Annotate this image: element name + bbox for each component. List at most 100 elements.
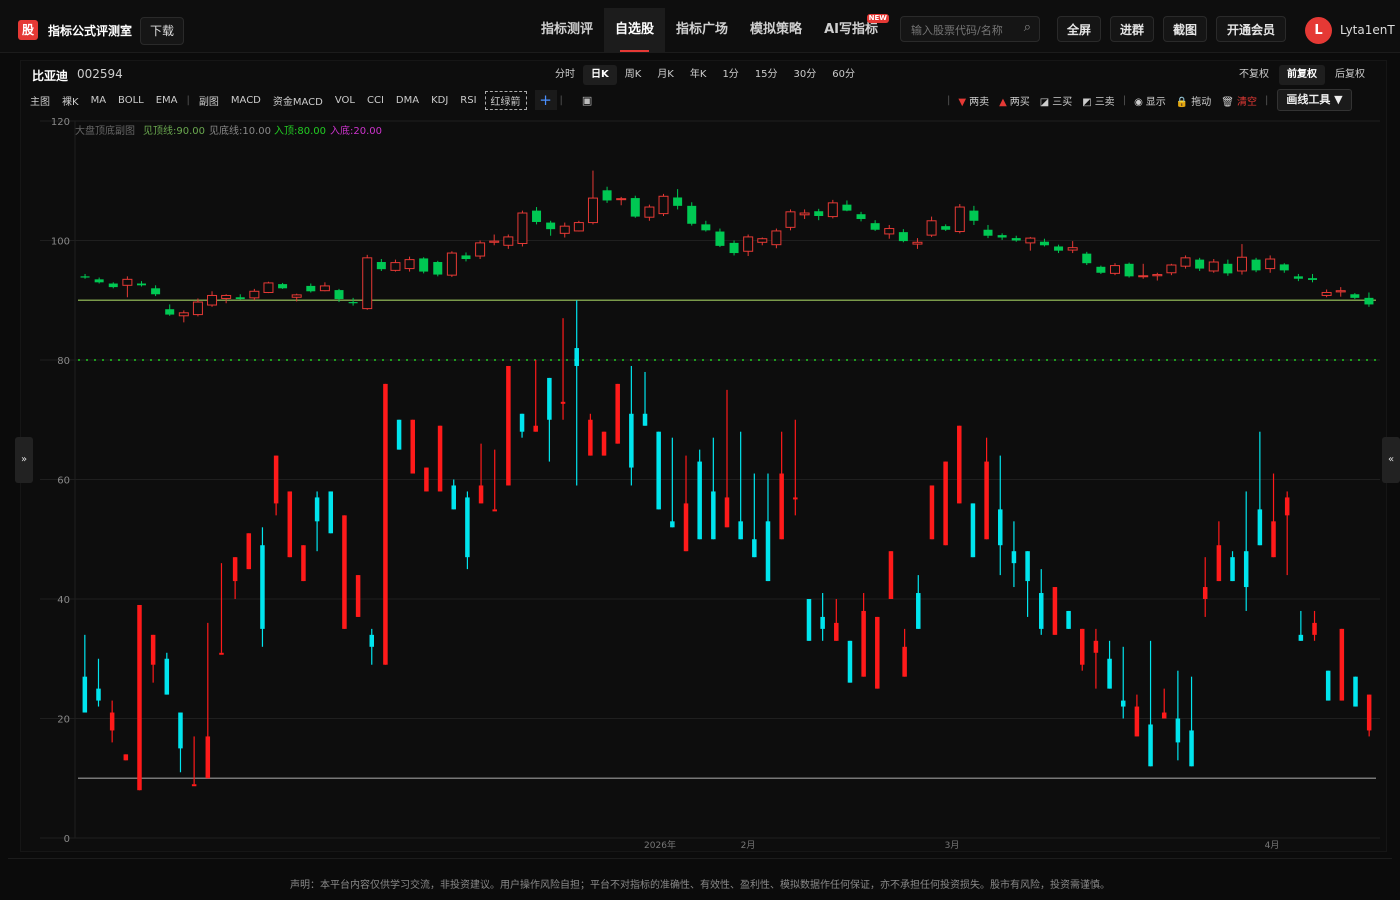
- price-candle: [207, 294, 218, 306]
- price-candle: [1152, 274, 1163, 277]
- indicator-bar: [465, 497, 470, 558]
- indicator-bar: [1271, 521, 1276, 558]
- price-candle: [969, 210, 979, 221]
- indicator-bar: [1353, 676, 1358, 707]
- price-candle: [954, 206, 965, 233]
- indicator-bar: [1243, 551, 1249, 588]
- indicator-bar: [683, 503, 689, 552]
- price-candle: [983, 229, 993, 236]
- indicator-bar: [232, 557, 238, 582]
- price-candle: [1039, 241, 1049, 246]
- price-candle: [433, 262, 443, 275]
- indicator-bar: [1189, 730, 1194, 767]
- price-candle: [1067, 247, 1078, 251]
- indicator-bar: [150, 634, 156, 665]
- price-candle: [334, 290, 344, 300]
- price-candle: [1025, 237, 1036, 244]
- indicator-bar: [1284, 497, 1290, 516]
- price-candle: [489, 240, 500, 243]
- indicator-bar: [1120, 700, 1126, 707]
- x-tick-label: 2月: [741, 840, 756, 851]
- indicator-bar: [273, 455, 279, 504]
- price-candle: [1109, 265, 1120, 274]
- legend-item: 入顶:80.00: [274, 125, 326, 137]
- price-candle: [1321, 291, 1332, 296]
- indicator-bar: [629, 413, 634, 468]
- kline-chart[interactable]: 020406080100120大盘顶底副图 见顶线:90.00 见底线:10.00 入…: [0, 0, 1400, 900]
- price-candle: [306, 285, 316, 292]
- x-tick-label: 4月: [1265, 840, 1280, 851]
- indicator-bar: [1079, 628, 1085, 665]
- price-candle: [249, 290, 260, 299]
- price-candle: [997, 235, 1007, 238]
- x-tick-label: 2026年: [644, 839, 676, 851]
- y-tick-label: 120: [51, 117, 70, 128]
- indicator-bar: [396, 419, 402, 450]
- x-tick-label: 3月: [945, 840, 960, 851]
- indicator-bar: [1312, 622, 1317, 635]
- price-candle: [1166, 264, 1177, 274]
- indicator-bar: [1148, 724, 1153, 767]
- indicator-bar: [1230, 557, 1235, 582]
- expand-left-button[interactable]: »: [15, 437, 33, 483]
- price-candle: [1138, 275, 1149, 278]
- indicator-bar: [998, 509, 1003, 546]
- indicator-bar: [383, 383, 388, 665]
- price-candle: [1279, 264, 1289, 271]
- indicator-bar: [806, 599, 812, 641]
- price-candle: [658, 195, 669, 215]
- price-candle: [517, 212, 528, 244]
- disclaimer-text: 声明：本平台内容仅供学习交流，非投资建议。用户操作风险自担；平台不对指标的准确性…: [290, 880, 1110, 891]
- price-candle: [235, 297, 245, 300]
- indicator-bar: [916, 593, 921, 629]
- price-candle: [842, 204, 852, 211]
- price-candle: [376, 262, 386, 270]
- price-candle: [729, 242, 739, 254]
- price-candle: [912, 241, 923, 245]
- indicator-bar: [902, 646, 907, 677]
- indicator-bar: [560, 401, 566, 404]
- price-candle: [771, 230, 782, 246]
- price-candle: [1054, 246, 1064, 251]
- price-candle: [687, 205, 697, 224]
- price-candle: [221, 294, 232, 299]
- price-candle: [715, 231, 725, 246]
- price-candle: [178, 312, 189, 317]
- legend-item: 入底:20.00: [330, 124, 382, 137]
- y-tick-label: 80: [57, 356, 70, 367]
- price-candle: [884, 228, 895, 235]
- indicator-bar: [929, 485, 935, 540]
- indicator-bar: [547, 377, 552, 420]
- price-candle: [532, 210, 542, 222]
- price-candle: [1082, 253, 1092, 264]
- y-tick-label: 40: [57, 595, 70, 606]
- price-candle: [419, 258, 429, 272]
- price-candle: [799, 212, 810, 216]
- indicator-bar: [246, 533, 252, 570]
- price-candle: [461, 255, 471, 260]
- indicator-bar: [492, 509, 497, 512]
- price-candle: [1350, 294, 1360, 298]
- indicator-bar: [738, 521, 743, 540]
- indicator-bar: [478, 485, 484, 504]
- expand-right-button[interactable]: «: [1382, 437, 1400, 483]
- indicator-bar: [970, 503, 976, 558]
- indicator-bar: [451, 485, 456, 510]
- indicator-bar: [1093, 640, 1099, 653]
- price-candle: [446, 252, 457, 276]
- y-tick-label: 0: [64, 834, 70, 845]
- indicator-bar: [123, 754, 129, 761]
- indicator-bar: [109, 712, 115, 731]
- price-candle: [870, 223, 880, 230]
- indicator-bar: [1216, 545, 1222, 582]
- legend-item: 见顶线:90.00: [143, 124, 205, 137]
- indicator-bar: [1257, 509, 1263, 546]
- indicator-bar: [642, 413, 648, 426]
- price-candle: [1011, 238, 1021, 241]
- indicator-bar: [957, 425, 962, 504]
- indicator-bar: [519, 413, 525, 432]
- indicator-bar: [793, 497, 798, 500]
- price-candle: [348, 302, 358, 304]
- price-candle: [630, 198, 640, 217]
- price-candle: [1335, 290, 1346, 293]
